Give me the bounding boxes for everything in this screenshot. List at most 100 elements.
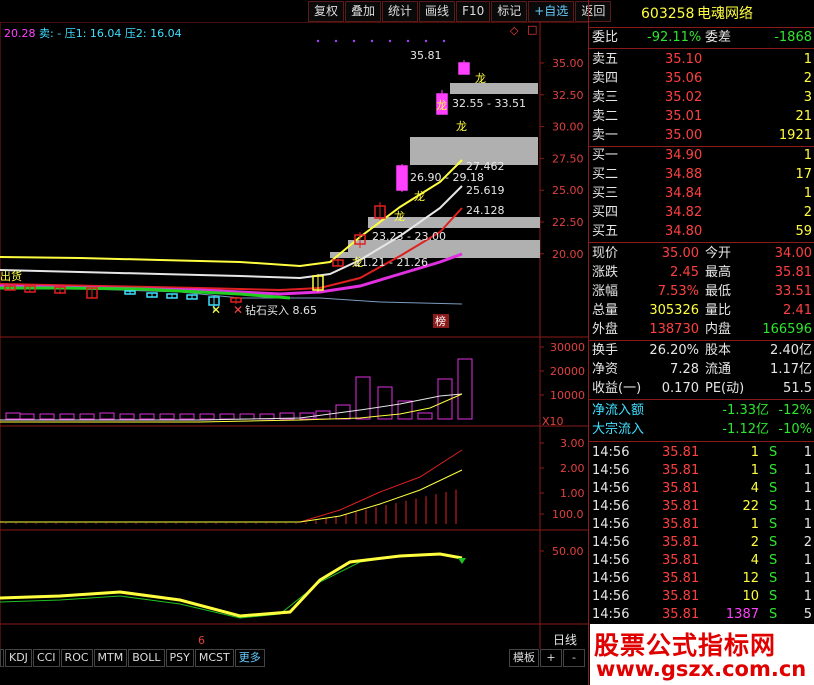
add-watchlist-button[interactable]: +自选 — [528, 1, 575, 22]
tick-row: 14:56 35.81 1387 S 5 — [589, 606, 814, 624]
quote-label: 量比 — [705, 303, 732, 318]
quote-label: 现价 — [592, 246, 619, 261]
tick-time: 14:56 — [592, 589, 630, 604]
order-label: 买二 — [592, 167, 619, 182]
kdj-marker — [458, 558, 466, 564]
overlay-button[interactable]: 叠加 — [345, 1, 382, 22]
quote-value: 33.51 — [774, 284, 812, 299]
level-label: 25.619 — [466, 184, 505, 197]
tab-mtm[interactable]: MTM — [93, 649, 128, 667]
order-label: 卖五 — [592, 52, 619, 67]
tick-price: 35.81 — [662, 517, 700, 532]
tick-count: 1 — [803, 463, 812, 478]
tab-more[interactable]: 更多 — [234, 649, 265, 667]
tick-price: 35.81 — [662, 463, 700, 478]
template-button[interactable]: 模板 — [509, 649, 539, 667]
tab-scroll-left[interactable] — [0, 649, 4, 667]
mark-button[interactable]: 标记 — [491, 1, 528, 22]
order-volume: 2 — [803, 71, 812, 86]
buy-order-row: 买二 34.88 17 — [589, 166, 814, 184]
fund-label: PE(动) — [705, 381, 745, 396]
tab-boll[interactable]: BOLL — [128, 649, 165, 667]
tab-cci[interactable]: CCI — [32, 649, 60, 667]
watermark: 股票公式指标网 www.gszx.com.cn — [590, 624, 814, 685]
fuquan-button[interactable]: 复权 — [308, 1, 345, 22]
zoom-in-button[interactable]: + — [540, 649, 562, 667]
tab-kdj[interactable]: KDJ — [5, 649, 32, 667]
kline-chart[interactable]: 35.00 32.50 30.00 27.50 25.00 22.50 20.00 30000… — [0, 22, 588, 649]
fund-row: 收益(一) 0.170 PE(动) 51.5 — [589, 380, 814, 398]
tick-side: S — [769, 607, 778, 622]
draw-button[interactable]: 画线 — [419, 1, 456, 22]
order-label: 买三 — [592, 186, 619, 201]
tick-side: S — [769, 589, 778, 604]
fund-label: 股本 — [705, 343, 732, 358]
level-label: 24.128 — [466, 204, 505, 217]
tick-volume: 4 — [750, 481, 759, 496]
marker-dot — [370, 39, 374, 43]
quote-value: 166596 — [762, 322, 812, 337]
weibi-label: 委比 — [592, 30, 619, 45]
stock-name: 电魂网络 — [697, 6, 753, 22]
tab-psy[interactable]: PSY — [165, 649, 194, 667]
order-price: 35.00 — [665, 128, 703, 143]
indicator-tabs: KDJ CCI ROC MTM BOLL PSY MCST 更多 — [0, 649, 266, 667]
order-volume: 1921 — [778, 128, 812, 143]
candle-body — [458, 62, 470, 75]
tick-side: S — [769, 463, 778, 478]
tick-time: 14:56 — [592, 517, 630, 532]
tick-side: S — [769, 553, 778, 568]
macd-axis-label: 3.00 — [560, 437, 585, 450]
order-label: 卖一 — [592, 128, 619, 143]
zone-label: 32.55 - 33.51 — [452, 97, 526, 110]
price-zone — [450, 83, 538, 94]
quote-panel: 603258 电魂网络 委比 -92.11% 委差 -1868 卖五 35.10 1… — [553, 0, 814, 685]
fund-label: 净资 — [592, 362, 619, 377]
volume-bar — [377, 386, 393, 420]
kdj-axis-label: 50.00 — [552, 545, 584, 558]
volume-bar — [239, 413, 255, 420]
tick-count: 1 — [803, 481, 812, 496]
order-price: 34.80 — [665, 224, 703, 239]
tick-row: 14:56 35.81 22 S 1 — [589, 498, 814, 516]
marker-dot — [406, 39, 410, 43]
tick-time: 14:56 — [592, 463, 630, 478]
tick-time: 14:56 — [592, 481, 630, 496]
volume-bar — [417, 412, 433, 420]
period-label[interactable]: 日线 — [553, 632, 577, 648]
kdj-d — [0, 553, 463, 619]
zoom-out-button[interactable]: - — [563, 649, 585, 667]
tick-row: 14:56 35.81 2 S 2 — [589, 534, 814, 552]
fund-value: 0.170 — [661, 381, 699, 396]
quote-label: 外盘 — [592, 322, 619, 337]
buy-order-row: 买五 34.80 59 — [589, 223, 814, 241]
tick-volume: 1 — [750, 463, 759, 478]
zone-label: 21.21 - 21.26 — [354, 256, 428, 269]
date-marker: 6 — [198, 634, 205, 647]
tick-price: 35.81 — [662, 589, 700, 604]
fund-label: 换手 — [592, 343, 619, 358]
order-volume: 59 — [795, 224, 812, 239]
quote-value: 7.53% — [657, 284, 699, 299]
stats-button[interactable]: 统计 — [382, 1, 419, 22]
tab-mcst[interactable]: MCST — [194, 649, 234, 667]
quote-label: 今开 — [705, 246, 732, 261]
sell-order-row: 卖一 35.00 1921 — [589, 127, 814, 145]
weicha-value: -1868 — [774, 30, 812, 45]
diamond-buy-label: 钻石买入 8.65 — [245, 303, 317, 317]
volume-ma-white — [0, 393, 463, 421]
flow-label: 净流入额 — [592, 403, 645, 418]
tick-price: 35.81 — [662, 535, 700, 550]
volume-bar — [179, 413, 195, 420]
flow-pct: -12% — [778, 403, 812, 418]
quote-label: 内盘 — [705, 322, 732, 337]
quote-value: 34.00 — [774, 246, 812, 261]
tab-roc[interactable]: ROC — [60, 649, 93, 667]
f10-button[interactable]: F10 — [456, 1, 491, 22]
sell-order-row: 卖五 35.10 1 — [589, 51, 814, 69]
volume-bar — [219, 413, 235, 420]
tick-row: 14:56 35.81 1 S 1 — [589, 444, 814, 462]
sell-order-row: 卖四 35.06 2 — [589, 70, 814, 88]
order-label: 卖三 — [592, 90, 619, 105]
fund-value: 26.20% — [649, 343, 699, 358]
